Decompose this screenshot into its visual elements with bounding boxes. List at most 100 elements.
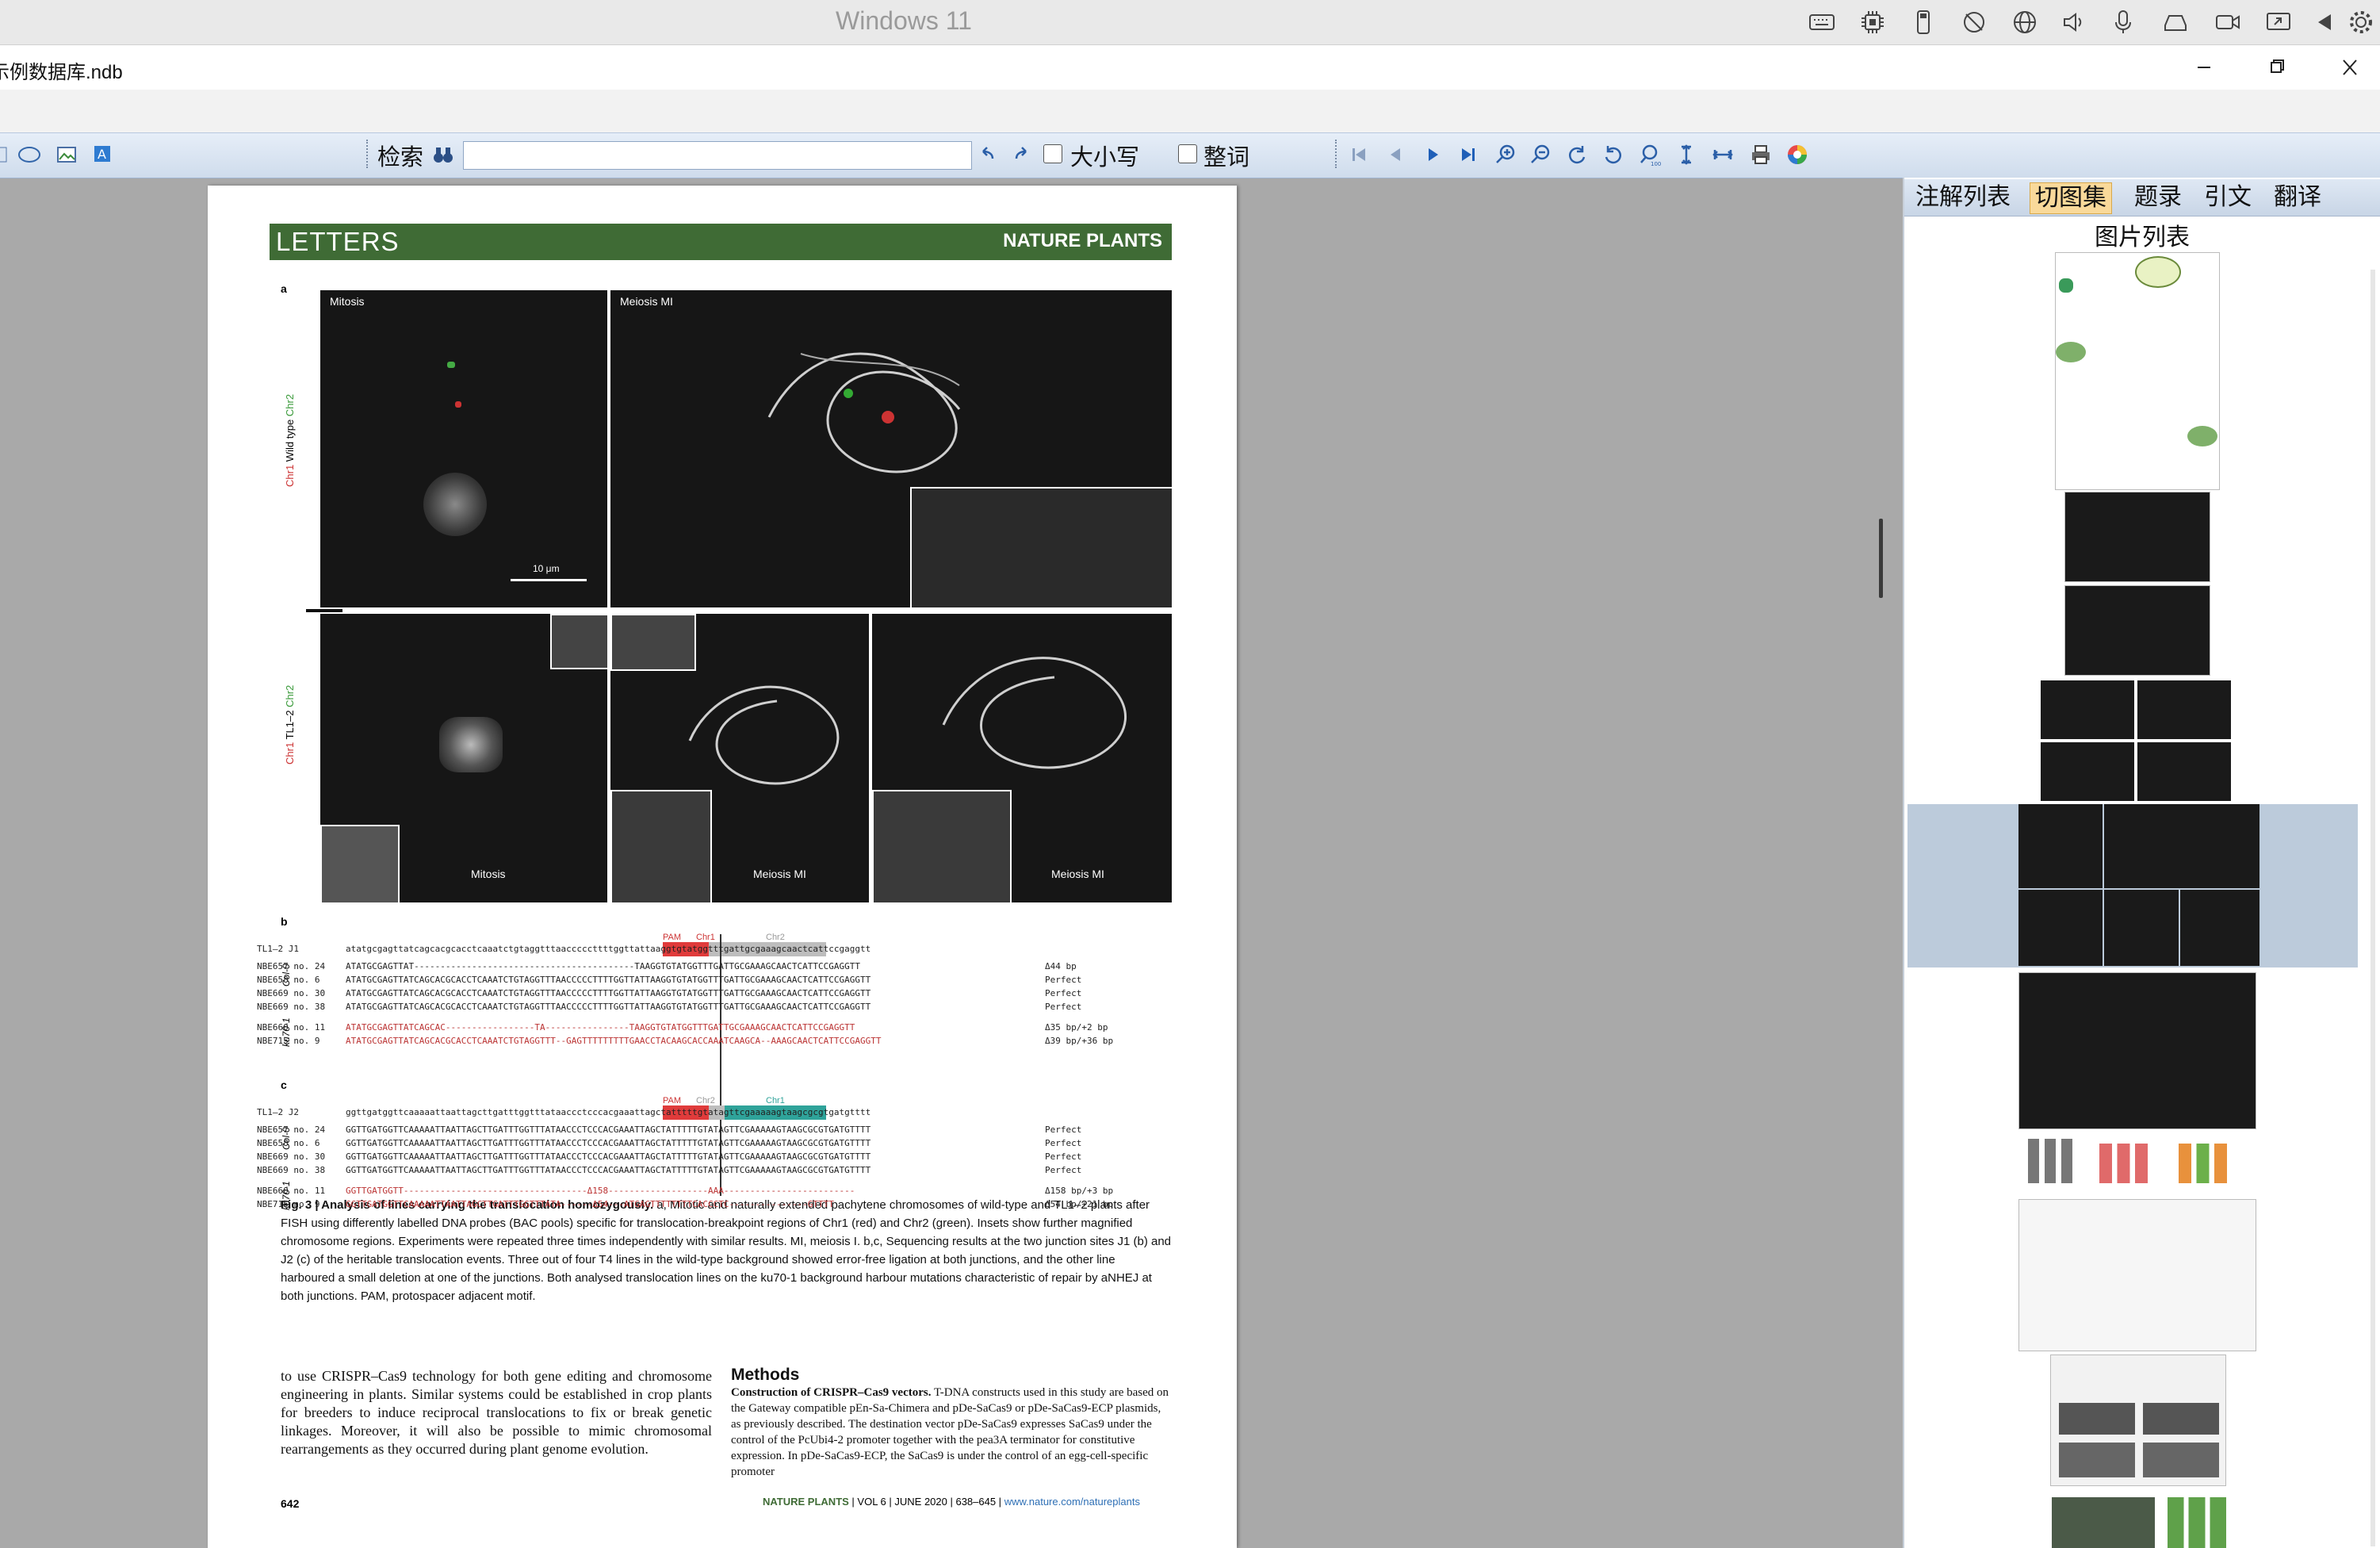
- seq-row-result: Δ44 bp: [1045, 961, 1077, 971]
- figure-thumbnail[interactable]: [2020, 1131, 2255, 1194]
- gear-icon[interactable]: [2347, 8, 2375, 36]
- cpu-icon[interactable]: [1858, 8, 1887, 36]
- search-prev-icon[interactable]: [975, 143, 999, 167]
- tool-partial-icon[interactable]: [0, 143, 16, 167]
- thumb-sub: [2041, 742, 2134, 801]
- seq-row-name: NBE669 no. 38: [257, 1165, 326, 1175]
- tab-bibliography[interactable]: 题录: [2129, 182, 2187, 213]
- figure-thumbnail[interactable]: [2050, 1354, 2226, 1486]
- seq-row-name: NBE657 no. 24: [257, 961, 326, 971]
- last-page-icon[interactable]: [1456, 143, 1479, 167]
- speaker-icon[interactable]: [2060, 8, 2088, 36]
- body-text-left: to use CRISPR–Cas9 technology for both g…: [281, 1368, 712, 1457]
- chr2-annot: Chr2: [766, 933, 785, 942]
- ref-seq: atatgcgagttatcagcacgcacctcaaatctgtaggttt…: [346, 944, 871, 954]
- figure-thumbnail[interactable]: [2055, 252, 2220, 490]
- ribbon-area: [0, 90, 2380, 132]
- video-camera-icon[interactable]: [2214, 8, 2242, 36]
- footer-info: | VOL 6 | JUNE 2020 | 638–645 |: [848, 1496, 1004, 1508]
- tab-figures[interactable]: 切图集: [2030, 182, 2112, 214]
- figure-thumbnail[interactable]: [2041, 680, 2231, 801]
- micrograph-tl-meiosis-1: Meiosis MI: [610, 614, 869, 902]
- svg-text:100: 100: [1651, 161, 1661, 167]
- row-label-tl12: Chr1 TL1–2 Chr2: [284, 685, 296, 764]
- whole-word-checkbox[interactable]: [1178, 144, 1197, 163]
- camera-off-icon[interactable]: [1960, 8, 1988, 36]
- seq-row-result: Perfect: [1045, 1125, 1082, 1135]
- microphone-icon[interactable]: [2109, 8, 2137, 36]
- inset-zoom: [872, 790, 1012, 902]
- chr2-label: Chr2: [284, 393, 296, 417]
- document-scrollbar[interactable]: [1879, 519, 1883, 598]
- seq-row-result: Δ158 bp/+3 bp: [1045, 1186, 1114, 1196]
- toolbar-separator: [366, 140, 371, 168]
- search-input[interactable]: [463, 141, 972, 170]
- micrograph-tl-mitosis: Mitosis: [320, 614, 607, 902]
- actual-size-icon[interactable]: 100: [1638, 143, 1662, 167]
- methods-heading: Methods: [731, 1366, 800, 1384]
- micrograph-label: Mitosis: [471, 868, 506, 880]
- chromosome-cluster: [439, 717, 503, 772]
- pdf-page: LETTERS NATURE PLANTS a Chr1 Wild type C…: [208, 186, 1237, 1548]
- thumb-sub: [2137, 742, 2231, 801]
- first-page-icon[interactable]: [1348, 143, 1372, 167]
- ref-name-c: TL1–2 J2: [257, 1107, 299, 1117]
- prev-page-icon[interactable]: [1384, 143, 1408, 167]
- figure-thumbnail[interactable]: [2064, 492, 2210, 582]
- zoom-in-icon[interactable]: [1494, 143, 1517, 167]
- chr1-annot: Chr1: [696, 933, 715, 942]
- image-tool-icon[interactable]: [55, 143, 79, 167]
- seq-row-result: Perfect: [1045, 1165, 1082, 1175]
- globe-icon[interactable]: [2011, 8, 2039, 36]
- search-next-icon[interactable]: [1010, 143, 1034, 167]
- tab-translate[interactable]: 翻译: [2269, 182, 2326, 213]
- fit-height-icon[interactable]: [1674, 143, 1698, 167]
- figure-thumbnail[interactable]: [2018, 972, 2256, 1129]
- chr2-label: Chr2: [284, 684, 296, 707]
- match-case-checkbox[interactable]: [1043, 144, 1062, 163]
- usb-drive-icon[interactable]: [1909, 8, 1938, 36]
- figure-thumbnail[interactable]: [2052, 1491, 2231, 1548]
- print-icon[interactable]: [1749, 143, 1773, 167]
- window-title: 示例数据库.ndb: [0, 62, 123, 83]
- thumb-sub: [2143, 1443, 2219, 1477]
- color-picker-icon[interactable]: [1785, 143, 1809, 167]
- figure-thumbnail[interactable]: [2064, 585, 2210, 676]
- row-label-wildtype: Chr1 Wild type Chr2: [284, 394, 296, 487]
- ellipse-tool-icon[interactable]: [17, 143, 41, 167]
- share-screen-icon[interactable]: [2264, 8, 2293, 36]
- minimize-button[interactable]: [2188, 53, 2220, 82]
- hard-drive-icon[interactable]: [2161, 8, 2190, 36]
- tab-citations[interactable]: 引文: [2199, 182, 2256, 213]
- thumb-sub: [2052, 1497, 2155, 1548]
- chromosome-strands: [942, 657, 1127, 769]
- figure-thumbnail[interactable]: [2018, 1199, 2256, 1351]
- chr1-label: Chr1: [284, 741, 296, 764]
- panel-scrollbar[interactable]: [2370, 270, 2375, 1546]
- zoom-out-icon[interactable]: [1529, 143, 1552, 167]
- figure-thumbnail-selected[interactable]: [1907, 804, 2358, 968]
- seq-row-name: NBE715 no. 9: [257, 1199, 320, 1209]
- vm-title-bar: Windows 11: [0, 0, 2380, 45]
- figure-caption: Fig. 3 | Analysis of lines carrying the …: [281, 1196, 1172, 1305]
- vm-title: Windows 11: [836, 6, 972, 35]
- rotate-cw-icon[interactable]: [1565, 143, 1589, 167]
- seq-row-name: NBE660 no. 11: [257, 1022, 326, 1033]
- pam-label: PAM: [663, 933, 682, 942]
- thumb-bars: [2028, 1139, 2083, 1183]
- tab-annotations[interactable]: 注解列表: [1911, 182, 2015, 213]
- translate-tool-icon[interactable]: A: [92, 143, 116, 167]
- next-page-icon[interactable]: [1421, 143, 1444, 167]
- seq-row-sequence: GGTTGATGGTTCAAAAATTAATTAGCTTGATTTGGTTTAT…: [346, 1151, 871, 1162]
- thumb-shape: [2056, 342, 2086, 362]
- close-button[interactable]: [2334, 53, 2366, 82]
- keyboard-icon[interactable]: [1808, 8, 1836, 36]
- rotate-ccw-icon[interactable]: [1601, 143, 1625, 167]
- restore-button[interactable]: [2261, 53, 2293, 82]
- binoculars-icon[interactable]: [431, 143, 455, 167]
- app-title-bar: 示例数据库.ndb: [0, 45, 2380, 90]
- collapse-left-icon[interactable]: [2310, 8, 2339, 36]
- seq-row-sequence: GGTTGATGGTTCAAAAATTAATTAGCTTGATTTGGTTTAT…: [346, 1199, 834, 1209]
- fit-width-icon[interactable]: [1711, 143, 1735, 167]
- footer-url[interactable]: www.nature.com/natureplants: [1004, 1496, 1140, 1508]
